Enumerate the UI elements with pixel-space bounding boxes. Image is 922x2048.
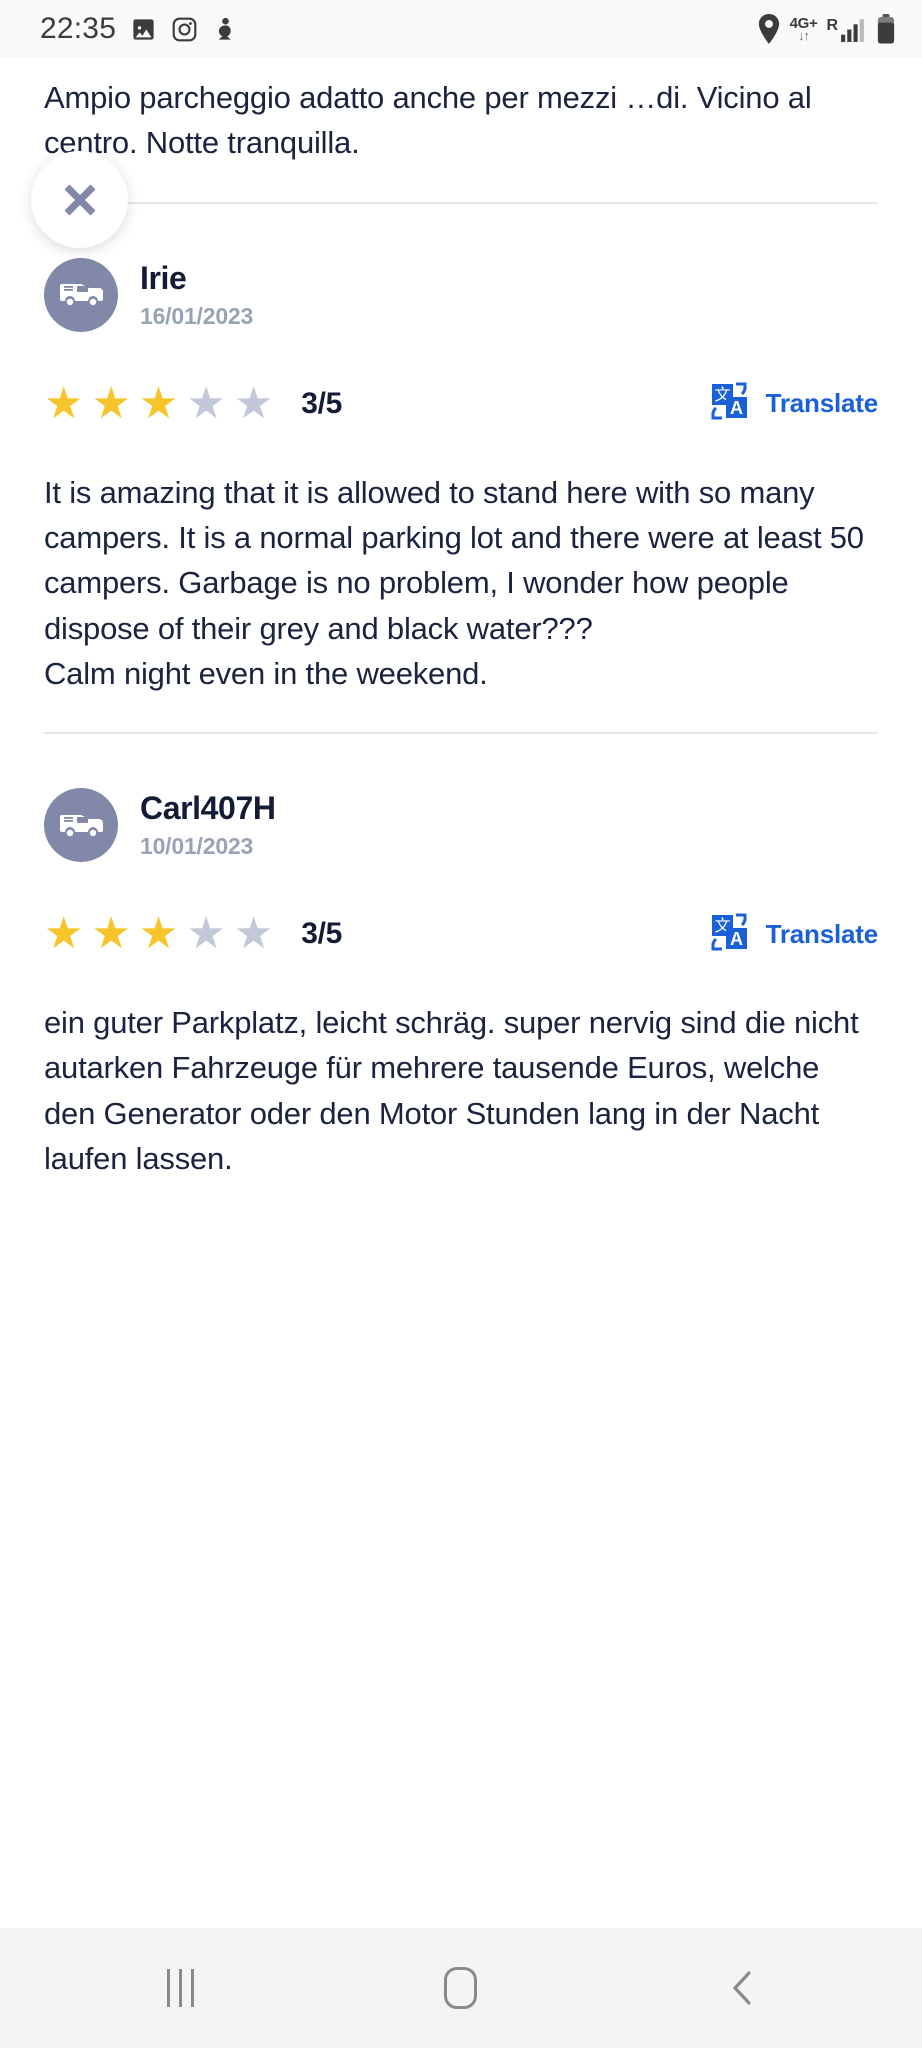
camper-van-icon: [58, 277, 104, 312]
review-header: Irie 16/01/2023: [44, 257, 878, 332]
gallery-icon: [130, 16, 157, 43]
avatar: [44, 788, 118, 863]
star-rating: ★ ★ ★ ★ ★: [44, 378, 274, 428]
instagram-icon: [171, 16, 198, 43]
home-button[interactable]: [401, 1928, 521, 2048]
star-filled-1: ★: [44, 378, 84, 428]
translate-label: Translate: [765, 388, 879, 419]
star-filled-2: ★: [91, 909, 131, 959]
star-filled-2: ★: [91, 378, 131, 428]
android-navigation-bar: [0, 1928, 922, 2048]
close-icon: [64, 184, 95, 215]
rating-value: 3/5: [301, 917, 343, 951]
location-pin-icon: [757, 14, 781, 44]
previous-review-text: Ampio parcheggio adatto anche per mezzi …: [44, 80, 812, 160]
status-clock: 22:35: [40, 12, 117, 45]
review-author: Irie: [140, 259, 187, 296]
app-icon: [212, 16, 237, 43]
mobile-data-icon: 4G+ ↓↑: [789, 15, 818, 43]
review-header: Carl407H 10/01/2023: [44, 788, 878, 863]
review-item: Irie 16/01/2023 ★ ★ ★ ★ ★ 3/5 文 A Transl…: [44, 204, 878, 696]
google-translate-icon: 文 A: [706, 378, 752, 429]
close-button[interactable]: [31, 151, 128, 248]
translate-button[interactable]: 文 A Translate: [706, 378, 878, 429]
back-icon: [733, 1971, 751, 2005]
review-meta: Carl407H 10/01/2023: [140, 790, 276, 860]
recents-button[interactable]: [120, 1928, 240, 2048]
reviews-scroll-area[interactable]: Ampio parcheggio adatto anche per mezzi …: [0, 58, 922, 1928]
review-item: Carl407H 10/01/2023 ★ ★ ★ ★ ★ 3/5 文 A Tr…: [44, 734, 878, 1181]
home-icon: [444, 1967, 478, 2009]
signal-bars-icon: R: [826, 16, 867, 43]
rating-row: ★ ★ ★ ★ ★ 3/5 文 A Translate: [44, 378, 878, 430]
review-body: ein guter Parkplatz, leicht schräg. supe…: [44, 1005, 859, 1176]
star-rating: ★ ★ ★ ★ ★: [44, 912, 273, 956]
star-filled-3: ★: [138, 909, 179, 959]
translate-label: Translate: [765, 918, 879, 949]
rating-value: 3/5: [301, 386, 343, 420]
star-empty-5: ★: [233, 909, 274, 959]
review-meta: Irie 16/01/2023: [140, 260, 253, 330]
star-empty-4: ★: [186, 378, 226, 428]
status-bar: 22:35 4G+ ↓↑ R: [0, 0, 922, 58]
star-filled-1: ★: [44, 909, 84, 959]
phone-screen: 22:35 4G+ ↓↑ R Ampio parcheggio adatto a…: [0, 0, 922, 2048]
review-date: 16/01/2023: [140, 302, 254, 329]
rating-row: ★ ★ ★ ★ ★ 3/5 文 A Translate: [44, 908, 878, 960]
star-empty-4: ★: [186, 909, 226, 959]
svg-text:A: A: [730, 398, 743, 418]
google-translate-icon: 文 A: [706, 909, 752, 960]
svg-text:A: A: [730, 929, 743, 949]
recents-icon: [166, 1969, 194, 2007]
avatar: [44, 257, 118, 332]
camper-van-icon: [58, 808, 104, 843]
review-body: It is amazing that it is allowed to stan…: [44, 474, 864, 691]
status-bar-right: 4G+ ↓↑ R: [757, 14, 896, 44]
review-author: Carl407H: [140, 790, 276, 827]
translate-button[interactable]: 文 A Translate: [706, 909, 878, 960]
star-filled-3: ★: [138, 378, 179, 428]
status-bar-left: 22:35: [40, 12, 237, 46]
review-date: 10/01/2023: [140, 833, 254, 860]
battery-icon: [876, 14, 896, 44]
star-empty-5: ★: [233, 378, 274, 428]
back-button[interactable]: [682, 1928, 802, 2048]
